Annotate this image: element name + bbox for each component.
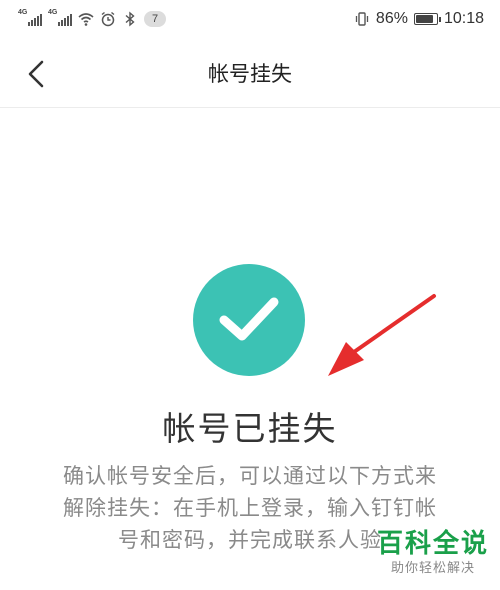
bluetooth-icon [125, 11, 135, 27]
network-type-label: 4G [48, 9, 58, 16]
page-title: 帐号挂失 [208, 62, 292, 86]
status-bar-left: 4G 4G 7 [18, 9, 166, 29]
signal-icon: 4G [48, 9, 72, 26]
clock-time: 10:18 [443, 10, 484, 27]
battery-icon [413, 13, 441, 25]
notification-count-badge: 7 [144, 11, 166, 27]
watermark: 百科全说 助你轻松解决 [372, 528, 494, 578]
description-line: 确认帐号安全后，可以通过以下方式来 [63, 464, 437, 488]
wifi-icon [78, 13, 94, 26]
status-bar: 4G 4G 7 86% 10:18 [0, 0, 500, 38]
network-type-label: 4G [18, 9, 28, 16]
nav-bar: 帐号挂失 [0, 38, 500, 108]
checkmark-icon [219, 297, 279, 341]
description-line: 解除挂失：在手机上登录，输入钉钉帐 [63, 496, 437, 520]
vibrate-icon [355, 12, 369, 26]
signal-icon: 4G [18, 9, 42, 26]
status-bar-right: 86% 10:18 [354, 8, 484, 30]
battery-percent: 86% [375, 10, 408, 27]
watermark-tagline: 助你轻松解决 [390, 561, 475, 576]
watermark-brand: 百科全说 [376, 529, 489, 559]
success-indicator [193, 264, 305, 376]
status-title: 帐号已挂失 [162, 409, 338, 448]
alarm-icon [101, 11, 115, 27]
battery-fill [415, 15, 434, 23]
